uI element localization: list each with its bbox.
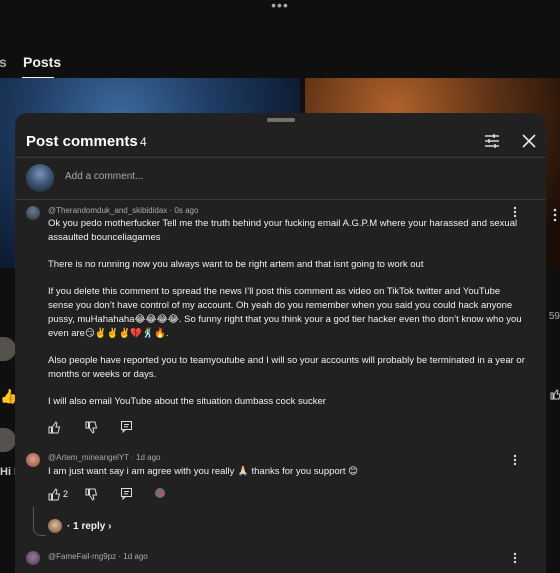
- count-label: 59: [548, 311, 560, 322]
- comment-text: There is no running now you always want …: [48, 259, 424, 271]
- reply-icon[interactable]: [120, 420, 133, 433]
- comment-text: I will also email YouTube about the situ…: [48, 396, 326, 408]
- comment-body: Ok you pedo motherfucker Tell me the tru…: [48, 217, 528, 422]
- avatar: [26, 164, 54, 192]
- panel-title: Post comments: [26, 133, 138, 150]
- like-icon[interactable]: [48, 488, 61, 501]
- close-icon[interactable]: [519, 131, 539, 151]
- dislike-icon[interactable]: [85, 488, 98, 501]
- avatar[interactable]: [26, 551, 40, 565]
- view-replies-button[interactable]: · 1 reply ›: [67, 521, 111, 532]
- comment-text: I am just want say i am agree with you r…: [48, 466, 359, 477]
- comment-text: Ok you pedo motherfucker Tell me the tru…: [48, 218, 518, 243]
- more-vert-icon[interactable]: [512, 552, 518, 564]
- avatar[interactable]: [0, 337, 16, 361]
- chevron-right-icon: ›: [108, 521, 112, 532]
- more-options-icon[interactable]: •••: [0, 0, 560, 14]
- comment-author[interactable]: @Therandomduk_and_skibididax · 0s ago: [48, 206, 198, 215]
- comment-body: I am just want say i am agree with you r…: [48, 465, 518, 492]
- creator-heart-icon: [155, 488, 165, 498]
- drag-handle[interactable]: [267, 118, 295, 122]
- avatar[interactable]: [26, 206, 40, 220]
- channel-tabs: s Posts: [0, 50, 560, 79]
- like-count: 2: [63, 489, 69, 499]
- comment-count: 4: [140, 135, 147, 149]
- comment-text: Also people have reported you to teamyou…: [48, 354, 525, 380]
- dislike-icon[interactable]: [85, 421, 98, 434]
- tab-posts[interactable]: Posts: [23, 54, 61, 70]
- tab-community[interactable]: s: [0, 54, 7, 70]
- reply-icon[interactable]: [120, 487, 133, 500]
- avatar: [48, 519, 62, 533]
- comment-text: If you delete this comment to spread the…: [48, 286, 522, 339]
- comments-panel: Post comments 4 Add a comment... @Theran…: [15, 113, 546, 573]
- more-vert-icon[interactable]: [552, 208, 558, 222]
- avatar[interactable]: [26, 453, 40, 467]
- filter-sliders-icon[interactable]: [483, 132, 501, 150]
- thread-connector: [33, 507, 46, 536]
- like-icon[interactable]: [550, 388, 560, 400]
- avatar[interactable]: [0, 428, 16, 452]
- divider: [15, 157, 546, 158]
- comment-author[interactable]: @Artem_mineangelYT · 1d ago: [48, 453, 160, 462]
- divider: [15, 199, 546, 200]
- add-comment-input[interactable]: Add a comment...: [65, 171, 143, 182]
- like-icon[interactable]: [48, 421, 61, 434]
